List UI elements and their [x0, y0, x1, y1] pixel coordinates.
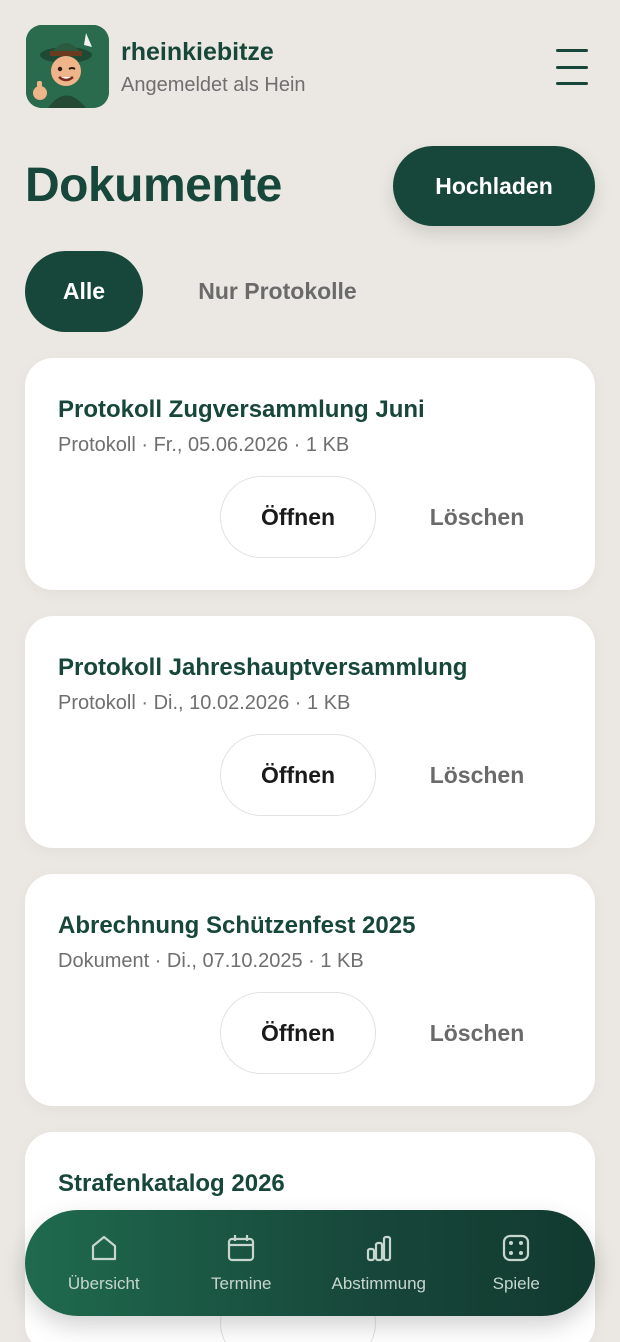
document-meta: Protokoll · Di., 10.02.2026 · 1 KB [58, 692, 351, 714]
app-header: rheinkiebitze Angemeldet als Hein [26, 25, 594, 109]
document-card: Protokoll Jahreshauptversammlung Protoko… [25, 616, 595, 848]
nav-item-overview[interactable]: Übersicht [39, 1232, 169, 1294]
nav-item-games[interactable]: Spiele [451, 1232, 581, 1294]
delete-button[interactable]: Löschen [405, 734, 549, 816]
page-title: Dokumente [25, 159, 282, 212]
document-title: Abrechnung Schützenfest 2025 [58, 912, 416, 939]
calendar-icon [228, 1235, 255, 1262]
upload-button[interactable]: Hochladen [393, 146, 595, 226]
document-title: Strafenkatalog 2026 [58, 1170, 285, 1197]
app-logo [26, 25, 109, 108]
bar-chart-icon [366, 1235, 391, 1262]
delete-button[interactable]: Löschen [405, 992, 549, 1074]
hamburger-menu-icon[interactable] [550, 45, 594, 89]
nav-label: Übersicht [67, 1274, 140, 1293]
open-button[interactable]: Öffnen [220, 476, 376, 558]
document-title: Protokoll Zugversammlung Juni [58, 396, 425, 423]
nav-item-voting[interactable]: Abstimmung [314, 1232, 444, 1294]
logged-in-user: Angemeldet als Hein [121, 74, 306, 96]
document-title: Protokoll Jahreshauptversammlung [58, 654, 468, 681]
filter-protocols-only[interactable]: Nur Protokolle [170, 251, 385, 332]
document-card: Abrechnung Schützenfest 2025 Dokument · … [25, 874, 595, 1106]
open-button[interactable]: Öffnen [220, 992, 376, 1074]
document-meta: Dokument · Di., 07.10.2025 · 1 KB [58, 950, 364, 972]
open-button[interactable]: Öffnen [220, 734, 376, 816]
delete-button[interactable]: Löschen [405, 476, 549, 558]
nav-item-dates[interactable]: Termine [176, 1232, 306, 1294]
app-name: rheinkiebitze [121, 38, 274, 66]
nav-label: Spiele [492, 1274, 540, 1293]
document-card: Protokoll Zugversammlung Juni Protokoll … [25, 358, 595, 590]
dice-icon [503, 1234, 530, 1262]
filter-all[interactable]: Alle [25, 251, 143, 332]
mascot-icon [26, 25, 109, 108]
nav-label: Termine [211, 1274, 272, 1293]
document-meta: Protokoll · Fr., 05.06.2026 · 1 KB [58, 434, 350, 456]
home-icon [91, 1235, 116, 1261]
bottom-navigation: Übersicht Termine Abstimmung Spiele [25, 1210, 595, 1316]
nav-label: Abstimmung [331, 1274, 426, 1293]
